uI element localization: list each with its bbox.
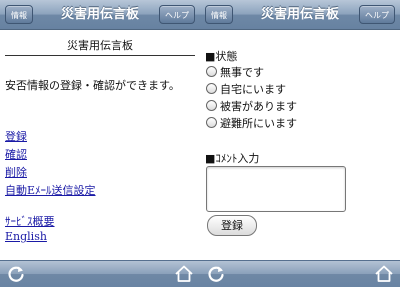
home-icon[interactable] <box>374 264 394 284</box>
home-icon[interactable] <box>174 264 194 284</box>
status-option-safe[interactable]: 無事です <box>206 63 264 80</box>
refresh-icon[interactable] <box>6 264 26 284</box>
bottom-toolbar <box>0 260 200 287</box>
radio-button[interactable] <box>206 117 217 128</box>
comment-input[interactable] <box>206 166 346 212</box>
page-title: 災害用伝言板 <box>67 39 133 52</box>
register-button[interactable]: 登録 <box>207 215 257 236</box>
status-option-damaged[interactable]: 被害があります <box>206 97 297 114</box>
bottom-toolbar <box>200 260 400 287</box>
status-option-at-home[interactable]: 自宅にいます <box>206 80 286 97</box>
comment-label: ■ｺﾒﾝﾄ入力 <box>205 152 260 165</box>
radio-button[interactable] <box>206 100 217 111</box>
navigation-bar: 情報 災害用伝言板 ヘルプ <box>0 0 200 30</box>
status-option-label: 被害があります <box>220 99 297 113</box>
help-button[interactable]: ヘルプ <box>159 5 195 24</box>
radio-button[interactable] <box>206 83 217 94</box>
status-label: ■状態 <box>205 50 238 63</box>
radio-button[interactable] <box>206 66 217 77</box>
english-link[interactable]: English <box>5 230 47 243</box>
register-link[interactable]: 登録 <box>5 128 27 144</box>
status-option-label: 自宅にいます <box>220 82 286 96</box>
refresh-icon[interactable] <box>206 264 226 284</box>
navigation-bar: 情報 災害用伝言板 ヘルプ <box>200 0 400 30</box>
help-button[interactable]: ヘルプ <box>359 5 395 24</box>
status-option-shelter[interactable]: 避難所にいます <box>206 114 297 131</box>
right-screen: 情報 災害用伝言板 ヘルプ ■状態 無事です 自宅にいます 被害があります 避難… <box>200 0 400 287</box>
status-option-label: 避難所にいます <box>220 116 297 130</box>
delete-link[interactable]: 削除 <box>5 164 27 180</box>
status-option-label: 無事です <box>220 65 264 79</box>
notice-text: 安否情報の登録・確認ができます。 <box>5 79 180 92</box>
auto-email-settings-link[interactable]: 自動Eﾒｰﾙ送信設定 <box>5 182 96 198</box>
left-screen: 情報 災害用伝言板 ヘルプ 災害用伝言板 安否情報の登録・確認ができます。 登録… <box>0 0 200 287</box>
divider <box>5 55 195 56</box>
service-overview-link[interactable]: ｻｰﾋﾞｽ概要 <box>5 213 55 229</box>
confirm-link[interactable]: 確認 <box>5 146 27 162</box>
